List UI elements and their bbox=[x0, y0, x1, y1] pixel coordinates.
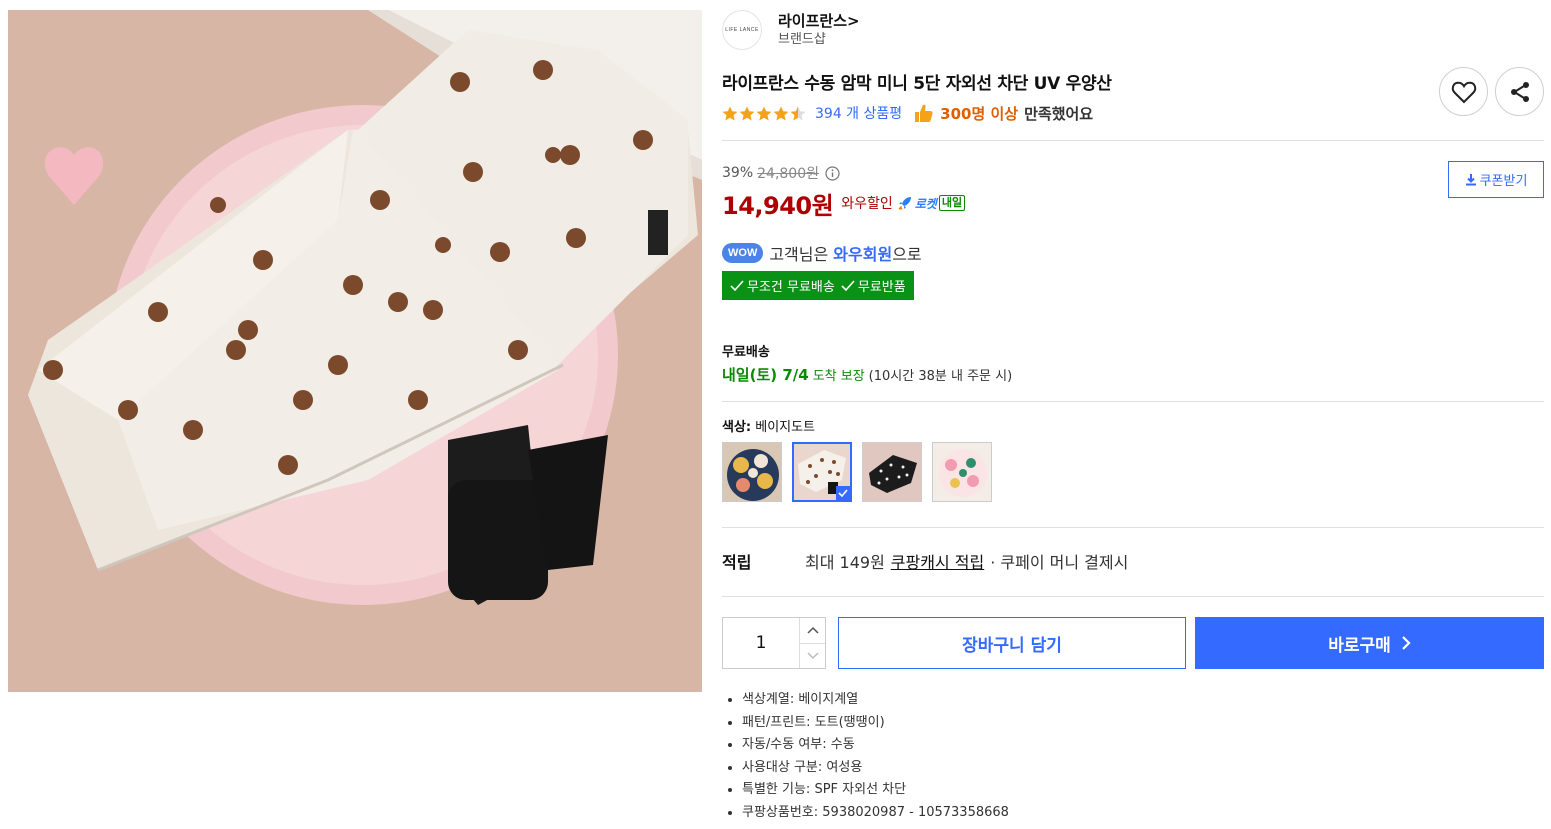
star-half-icon bbox=[790, 106, 806, 120]
original-price-row: 39% 24,800원 bbox=[722, 163, 840, 183]
rocket-tomorrow-tag: 내일 bbox=[938, 195, 966, 211]
swatch-image bbox=[933, 443, 991, 501]
coupon-download-button[interactable]: 쿠폰받기 bbox=[1448, 161, 1544, 198]
spec-item: 색상계열: 베이지계열 bbox=[742, 689, 1009, 712]
satisfaction-text: 만족했어요 bbox=[1024, 104, 1094, 123]
swatch-image bbox=[863, 443, 921, 501]
wow-text: 고객님은 와우회원으로 bbox=[769, 241, 921, 265]
wow-discount-label: 와우할인 bbox=[841, 196, 893, 212]
color-swatch-beige-dot[interactable] bbox=[792, 442, 852, 502]
sale-price: 14,940원 bbox=[722, 191, 834, 220]
chevron-down-icon bbox=[806, 652, 819, 659]
free-shipping-label: 무조건 무료배송 bbox=[747, 280, 835, 295]
quantity-increase-button[interactable] bbox=[800, 618, 825, 644]
star-full-icon bbox=[722, 106, 738, 120]
coupang-cash-link[interactable]: 쿠팡캐시 적립 bbox=[891, 549, 984, 573]
shipping-arrival-row: 내일(토) 7/4 도착 보장 (10시간 38분 내 주문 시) bbox=[722, 364, 1012, 385]
spec-item: 특별한 기능: SPF 자외선 차단 bbox=[742, 779, 1009, 802]
thumbs-up-icon bbox=[915, 104, 933, 122]
divider bbox=[722, 140, 1544, 141]
share-button[interactable] bbox=[1495, 67, 1544, 116]
share-icon bbox=[1510, 81, 1529, 102]
arrival-guarantee: 도착 보장 bbox=[812, 369, 865, 384]
brand-logo[interactable]: LIFE LANCE bbox=[722, 10, 762, 50]
brand-header: LIFE LANCE 라이프란스> 브랜드샵 bbox=[722, 10, 860, 50]
check-icon bbox=[841, 279, 855, 291]
check-icon bbox=[730, 279, 744, 291]
points-row: 적립 최대 149원 쿠팡캐시 적립 · 쿠페이 머니 결제시 bbox=[722, 549, 1544, 573]
order-deadline: (10시간 38분 내 주문 시) bbox=[868, 369, 1013, 384]
quantity-input[interactable] bbox=[723, 618, 799, 668]
color-label-title: 색상: bbox=[722, 420, 752, 435]
arrival-date: 내일(토) 7/4 bbox=[722, 366, 809, 384]
rocket-delivery-badge: 로켓 내일 bbox=[897, 195, 966, 212]
download-icon bbox=[1465, 173, 1476, 185]
wishlist-button[interactable] bbox=[1439, 67, 1488, 116]
selected-check-icon bbox=[836, 486, 850, 500]
coupon-label: 쿠폰받기 bbox=[1479, 174, 1528, 189]
rating-stars[interactable] bbox=[722, 106, 807, 121]
wow-badge: WOW bbox=[722, 243, 764, 263]
buy-now-button[interactable]: 바로구매 bbox=[1195, 617, 1544, 669]
spec-item: 사용대상 구분: 여성용 bbox=[742, 757, 1009, 780]
points-label: 적립 bbox=[722, 553, 752, 572]
product-title: 라이프란스 수동 암막 미니 5단 자외선 차단 UV 우양산 bbox=[722, 74, 1112, 94]
rocket-icon bbox=[898, 197, 911, 210]
umbrella-photo bbox=[8, 10, 702, 692]
discount-rate: 39% bbox=[722, 165, 754, 181]
review-count-link[interactable]: 394 개 상품평 bbox=[815, 103, 902, 123]
points-max: 최대 149원 bbox=[805, 553, 885, 572]
divider bbox=[722, 527, 1544, 528]
color-option-label: 색상: 베이지도트 bbox=[722, 416, 815, 435]
buy-now-label: 바로구매 bbox=[1328, 635, 1391, 656]
wow-member-label: 와우회원 bbox=[833, 245, 893, 264]
info-icon[interactable] bbox=[825, 165, 840, 181]
divider bbox=[722, 401, 1544, 402]
star-full-icon bbox=[773, 106, 789, 120]
shipping-label: 무료배송 bbox=[722, 345, 770, 360]
color-selected-value: 베이지도트 bbox=[755, 420, 816, 435]
spec-item: 쿠팡상품번호: 5938020987 - 10573358668 bbox=[742, 802, 1009, 825]
divider bbox=[722, 596, 1544, 597]
spec-item: 자동/수동 여부: 수동 bbox=[742, 734, 1009, 757]
color-swatches bbox=[722, 442, 1002, 502]
satisfaction-count: 300명 이상 bbox=[940, 104, 1019, 123]
original-price: 24,800원 bbox=[757, 166, 819, 182]
spec-list: 색상계열: 베이지계열 패턴/프린트: 도트(땡땡이) 자동/수동 여부: 수동… bbox=[742, 689, 1009, 825]
points-condition: · 쿠페이 머니 결제시 bbox=[990, 553, 1129, 572]
rocket-label: 로켓 bbox=[914, 196, 937, 211]
brand-shop-link[interactable]: 라이프란스> bbox=[778, 11, 860, 31]
wow-text-suffix: 으로 bbox=[892, 245, 922, 264]
main-product-image bbox=[8, 10, 702, 692]
heart-icon bbox=[1451, 81, 1476, 103]
add-to-cart-button[interactable]: 장바구니 담기 bbox=[838, 617, 1186, 669]
chevron-right-icon bbox=[1402, 636, 1411, 650]
free-benefit-item: 무료반품 bbox=[841, 276, 906, 295]
color-swatch-floral-navy[interactable] bbox=[722, 442, 782, 502]
quantity-stepper bbox=[722, 617, 826, 669]
color-swatch-pink-pattern[interactable] bbox=[932, 442, 992, 502]
chevron-up-icon bbox=[806, 627, 819, 634]
free-benefits-banner: 무조건 무료배송 무료반품 bbox=[722, 271, 914, 300]
color-swatch-black-dot[interactable] bbox=[862, 442, 922, 502]
free-return-label: 무료반품 bbox=[857, 280, 906, 295]
swatch-image bbox=[723, 443, 781, 501]
star-full-icon bbox=[756, 106, 772, 120]
free-benefit-item: 무조건 무료배송 bbox=[730, 276, 835, 295]
rating-row: 394 개 상품평 300명 이상 만족했어요 bbox=[722, 101, 1093, 125]
star-full-icon bbox=[739, 106, 755, 120]
sale-price-row: 14,940원 와우할인 로켓 내일 bbox=[722, 186, 966, 220]
wow-member-row: WOW 고객님은 와우회원으로 bbox=[722, 241, 922, 265]
brand-shop-label: 브랜드샵 bbox=[778, 32, 826, 47]
spec-item: 패턴/프린트: 도트(땡땡이) bbox=[742, 712, 1009, 735]
quantity-decrease-button[interactable] bbox=[800, 644, 825, 669]
wow-text-prefix: 고객님은 bbox=[769, 245, 834, 264]
